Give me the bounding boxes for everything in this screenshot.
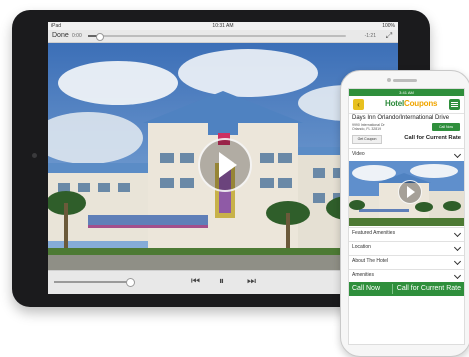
get-coupon-button[interactable]: Get Coupon (352, 135, 382, 144)
remaining-time: -1:21 (364, 33, 376, 39)
app-logo: HotelCoupons (385, 99, 437, 108)
fast-forward-icon[interactable]: ⏭ (247, 276, 256, 288)
call-for-rate-button[interactable]: Call for Current Rate (397, 282, 461, 296)
progress-scrubber[interactable] (88, 33, 346, 41)
iphone-body: 3:41 AM ‹ HotelCoupons Days Inn Orlando/… (340, 70, 469, 357)
divider (392, 284, 393, 294)
section-amenities[interactable]: Amenities (349, 269, 464, 281)
front-camera (387, 78, 391, 82)
play-icon[interactable] (198, 138, 252, 192)
call-now-button-small[interactable]: Call Now (432, 123, 460, 131)
elapsed-time: 0:00 (72, 33, 82, 39)
rewind-icon[interactable]: ⏮ (191, 276, 200, 288)
chevron-down-icon (453, 229, 462, 238)
section-label: Location (352, 244, 371, 250)
section-featured-amenities[interactable]: Featured Amenities (349, 227, 464, 239)
scrubber-knob[interactable] (95, 33, 104, 41)
bottom-call-bar: Call Now Call for Current Rate (349, 282, 464, 296)
section-about[interactable]: About The Hotel (349, 255, 464, 267)
back-icon[interactable]: ‹ (353, 99, 364, 110)
chevron-down-icon (453, 150, 462, 159)
menu-icon[interactable] (449, 99, 460, 110)
hotel-address: 9990 International Dr Orlando, FL 32819 (352, 123, 412, 131)
address-line2: Orlando, FL 32819 (352, 127, 382, 131)
hotel-name: Days Inn Orlando/International Drive (352, 115, 450, 121)
section-label: Featured Amenities (352, 230, 396, 236)
section-location[interactable]: Location (349, 241, 464, 253)
call-rate-label: Call for Current Rate (404, 135, 461, 141)
section-label: Video (352, 151, 365, 157)
clock: 3:41 AM (399, 90, 414, 95)
chevron-down-icon (453, 257, 462, 266)
clock: 10:31 AM (212, 23, 234, 29)
app-header: ‹ HotelCoupons (349, 96, 464, 114)
logo-part1: Hotel (385, 99, 405, 108)
video-top-controls: Done 0:00 -1:21 ⤢ (48, 30, 398, 43)
iphone-device: 3:41 AM ‹ HotelCoupons Days Inn Orlando/… (340, 70, 469, 357)
speaker (393, 79, 417, 82)
volume-slider[interactable] (54, 278, 135, 287)
battery-level: 100% (382, 23, 395, 29)
logo-part2: Coupons (404, 99, 438, 108)
section-label: Amenities (352, 272, 374, 278)
volume-knob[interactable] (126, 278, 135, 287)
section-video[interactable]: Video (349, 148, 464, 160)
fullscreen-icon[interactable]: ⤢ (384, 31, 394, 41)
section-label: About The Hotel (352, 258, 389, 264)
front-camera (32, 153, 37, 158)
done-button[interactable]: Done (52, 31, 69, 41)
phone-status-bar: 3:41 AM (349, 89, 464, 96)
ipad-status-bar: iPad 10:31 AM 100% (48, 22, 398, 30)
chevron-down-icon (453, 271, 462, 280)
chevron-down-icon (453, 243, 462, 252)
pause-icon[interactable]: ⏸ (219, 276, 224, 288)
iphone-screen: 3:41 AM ‹ HotelCoupons Days Inn Orlando/… (348, 88, 465, 345)
call-now-button[interactable]: Call Now (352, 282, 380, 296)
play-icon[interactable] (398, 180, 422, 204)
